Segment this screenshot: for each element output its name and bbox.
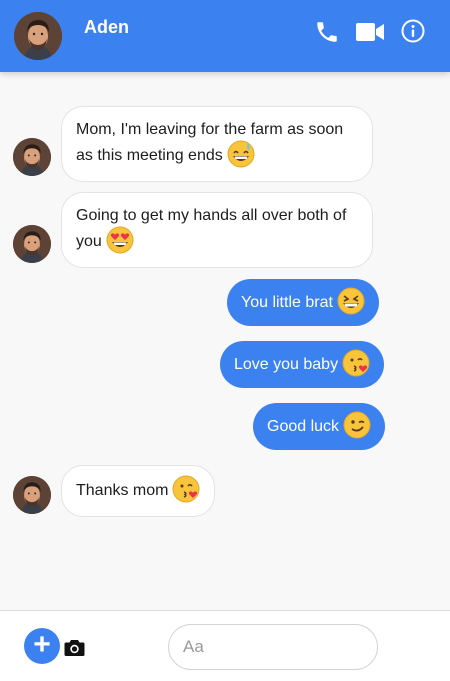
message-bubble-outgoing[interactable]: Good luck (253, 403, 386, 450)
plus-icon[interactable]: + (24, 628, 60, 664)
message-bubble-incoming[interactable]: Going to get my hands all over both of y… (61, 192, 373, 268)
contact-avatar[interactable] (14, 12, 62, 60)
info-icon[interactable] (401, 19, 425, 43)
message-text: Good luck (267, 417, 340, 435)
chat-header: Aden (0, 0, 450, 72)
contact-name[interactable]: Aden (84, 17, 129, 38)
video-camera-icon[interactable] (355, 19, 385, 45)
grinning-squinting-emoji (337, 287, 365, 315)
message-text: You little brat (241, 293, 333, 311)
message-bubble-outgoing[interactable]: Love you baby (220, 341, 385, 388)
kissing-heart-emoji (172, 475, 200, 503)
sender-avatar[interactable] (13, 476, 51, 514)
message-bubble-outgoing[interactable]: You little brat (227, 279, 379, 326)
winking-emoji (343, 411, 371, 439)
message-text: Thanks mom (76, 482, 169, 500)
grinning-sweat-emoji (227, 140, 255, 168)
sender-avatar[interactable] (13, 138, 51, 176)
phone-icon[interactable] (314, 19, 340, 45)
heart-eyes-emoji (106, 226, 134, 254)
message-text: Mom, I'm leaving for the farm as soon as… (76, 121, 344, 165)
camera-icon[interactable] (64, 639, 85, 657)
message-input[interactable] (168, 624, 378, 670)
sender-avatar[interactable] (13, 225, 51, 263)
message-text: Love you baby (234, 355, 339, 373)
message-bubble-incoming[interactable]: Thanks mom (61, 465, 216, 517)
message-bubble-incoming[interactable]: Mom, I'm leaving for the farm as soon as… (61, 106, 373, 182)
message-composer: + (0, 610, 450, 681)
kissing-heart-emoji (342, 349, 370, 377)
